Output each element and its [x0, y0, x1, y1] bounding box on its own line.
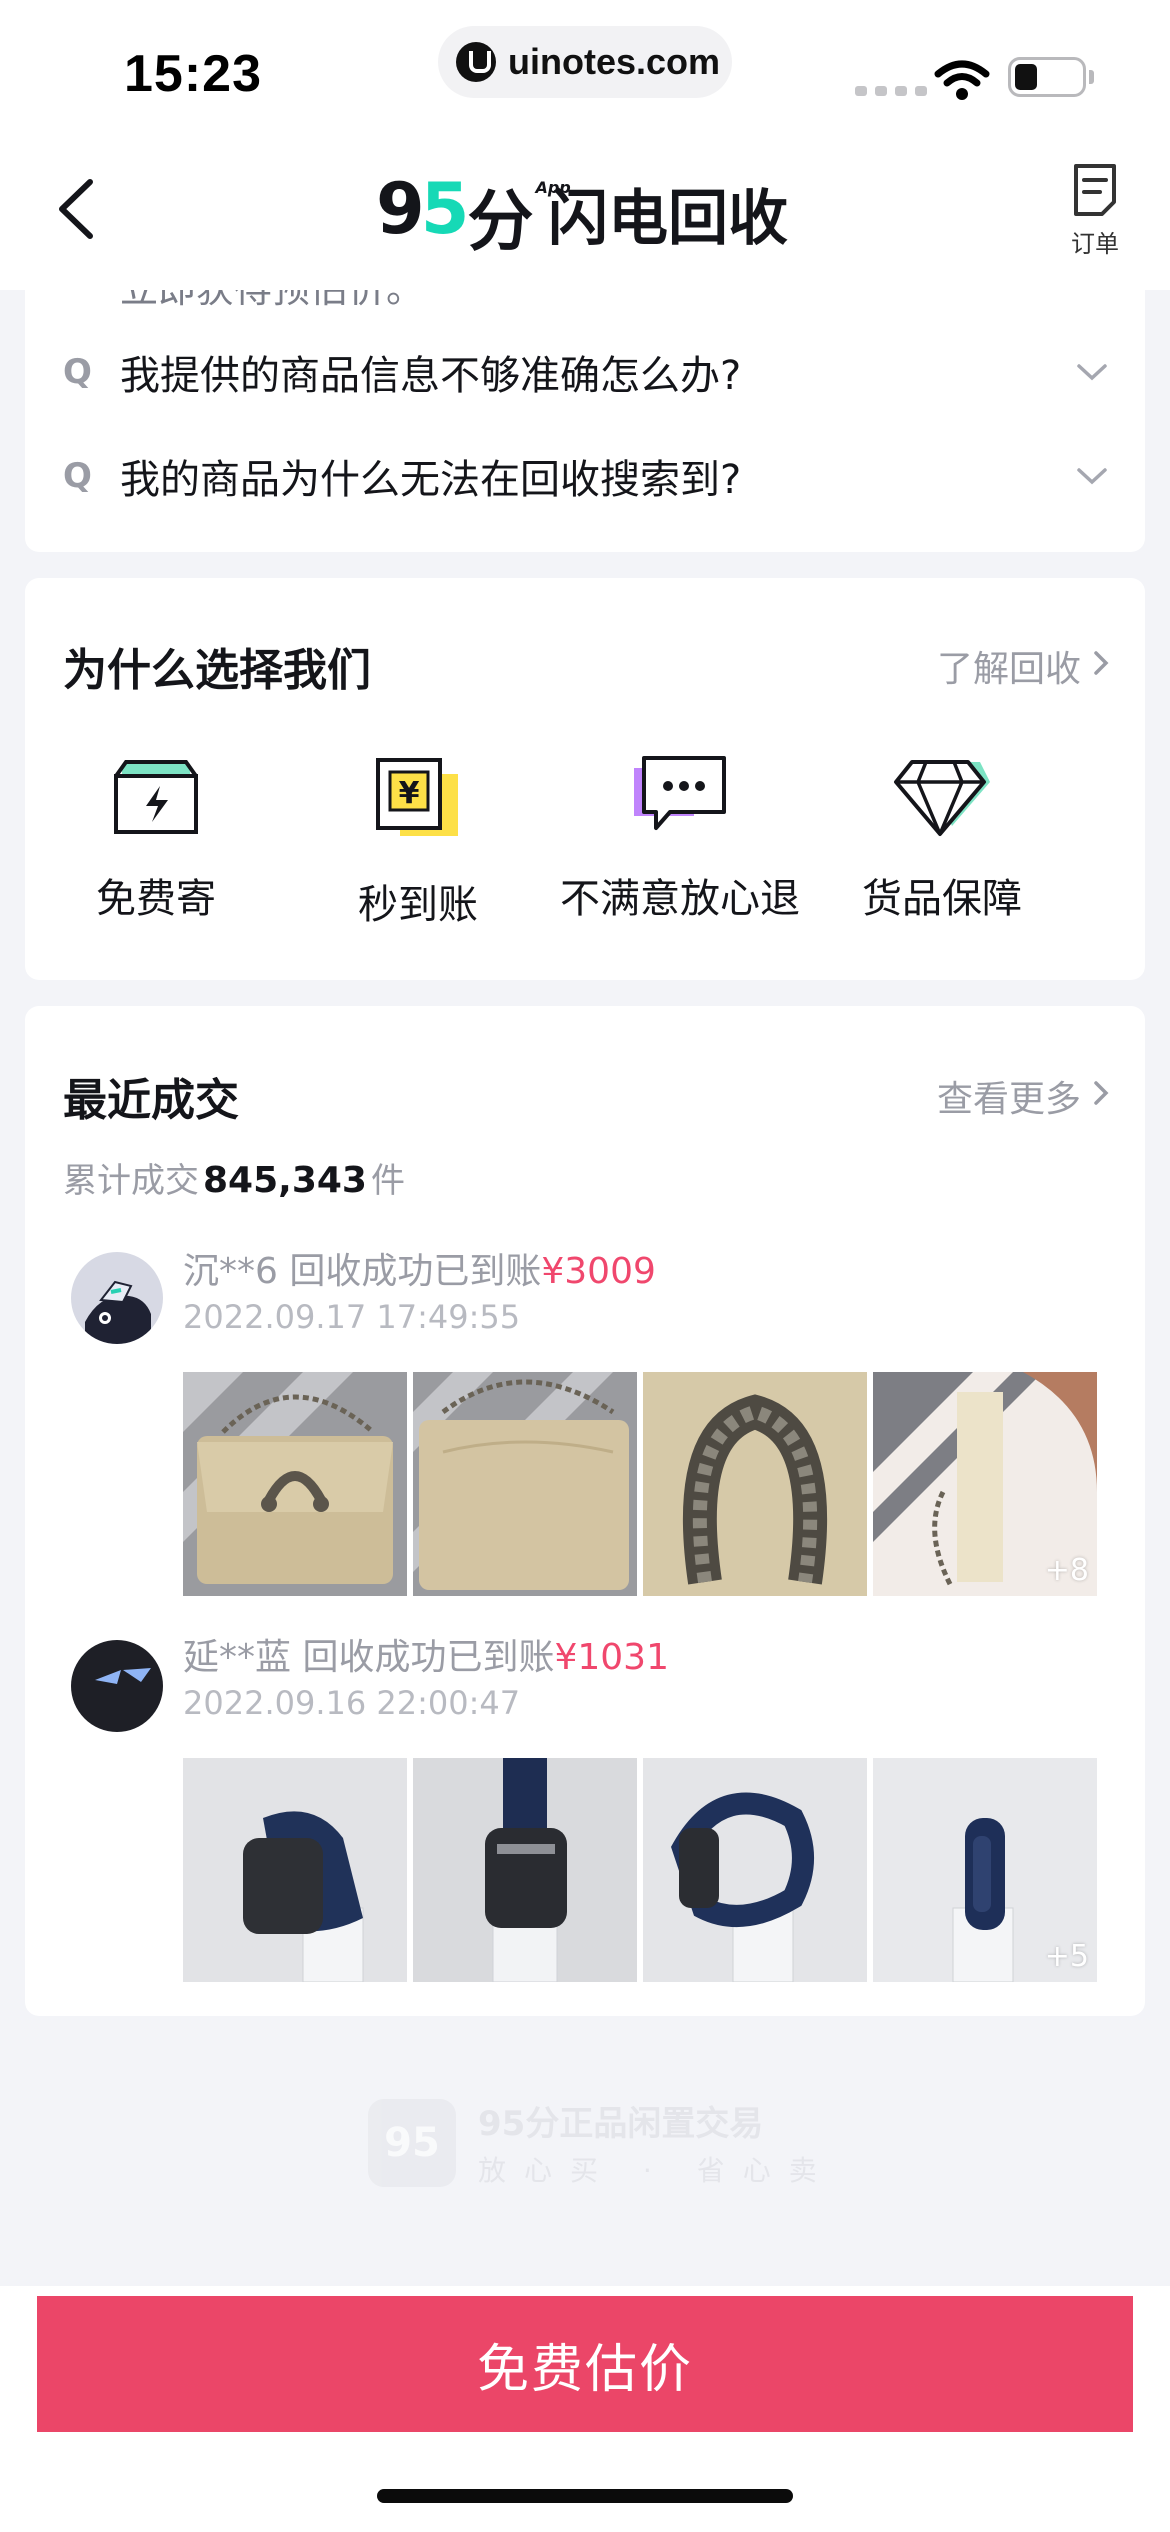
- battery-tip: [1089, 70, 1094, 84]
- order-label: 订单: [1071, 230, 1119, 258]
- chevron-down-icon: [1077, 364, 1107, 381]
- feature-label: 免费寄: [96, 876, 216, 922]
- brand-slogan: 95分正品闲置交易: [478, 2104, 764, 2144]
- more-photos-count: +8: [1044, 1553, 1089, 1588]
- wifi-icon: [934, 60, 990, 100]
- faq-item[interactable]: Q 我的商品为什么无法在回收搜索到?: [25, 436, 1145, 516]
- deal-photo[interactable]: [413, 1372, 637, 1596]
- url-text: uinotes.com: [508, 41, 721, 82]
- order-list-icon: [1074, 164, 1116, 216]
- deal-headline: 沉**6 回收成功已到账¥3009: [183, 1242, 656, 1294]
- chevron-right-icon: [1094, 651, 1109, 675]
- url-pill[interactable]: uinotes.com: [438, 26, 732, 98]
- deal-status: 回收成功已到账: [277, 1251, 542, 1292]
- faq-question: 我的商品为什么无法在回收搜索到?: [120, 457, 742, 503]
- deal-user: 延**蓝: [183, 1637, 292, 1678]
- recent-deals-card: 最近成交 查看更多 累计成交 845,343 件 沉**6 回收成功已到账¥3009…: [25, 1006, 1145, 2016]
- diamond-icon: [894, 760, 990, 836]
- svg-text:¥: ¥: [399, 776, 420, 811]
- chevron-down-icon: [1077, 468, 1107, 485]
- faq-card: 立即获得预估价。 Q 我提供的商品信息不够准确怎么办? Q 我的商品为什么无法在…: [25, 290, 1145, 552]
- total-count: 845,343: [203, 1160, 367, 1201]
- deal-price: ¥1031: [554, 1637, 669, 1678]
- deal-status: 回收成功已到账: [291, 1637, 555, 1678]
- deal-photo[interactable]: [643, 1372, 867, 1596]
- avatar: [71, 1640, 163, 1732]
- chat-bubble-icon: [634, 756, 726, 830]
- feature-label: 不满意放心退: [560, 876, 800, 922]
- free-shipping-box-icon: [114, 760, 198, 834]
- deal-headline: 延**蓝 回收成功已到账¥1031: [183, 1628, 669, 1680]
- feature-free-shipping: 免费寄: [25, 754, 287, 924]
- brand-logo-icon: 95: [368, 2098, 456, 2187]
- faq-q-marker: Q: [63, 456, 92, 496]
- faq-item[interactable]: Q 我提供的商品信息不够准确怎么办?: [25, 332, 1145, 412]
- feature-return: 不满意放心退: [549, 754, 811, 924]
- more-photos-count: +5: [1044, 1939, 1089, 1974]
- faq-question: 我提供的商品信息不够准确怎么办?: [120, 353, 742, 399]
- why-choose-us-card: 为什么选择我们 了解回收 免费寄 ¥ 秒到账 不满意放心退 货品保障: [25, 578, 1145, 980]
- avatar: [71, 1252, 163, 1344]
- order-button[interactable]: 订单: [1060, 162, 1130, 262]
- chevron-right-icon: [1094, 1081, 1109, 1105]
- deal-photo[interactable]: +8: [873, 1372, 1097, 1596]
- deal-photo[interactable]: [183, 1372, 407, 1596]
- battery-icon: [1008, 57, 1086, 97]
- total-deals: 累计成交 845,343 件: [63, 1160, 405, 1201]
- signal-icon: [855, 86, 927, 96]
- brand-tagline: 放心买 · 省心卖: [478, 2154, 835, 2187]
- brand-watermark: 95 95分正品闲置交易 放心买 · 省心卖: [368, 2096, 835, 2189]
- feature-guarantee: 货品保障: [811, 754, 1073, 924]
- deal-photo[interactable]: [643, 1758, 867, 1982]
- deal-photo[interactable]: [183, 1758, 407, 1982]
- instant-payment-icon: ¥: [376, 758, 458, 836]
- view-more-link[interactable]: 查看更多: [937, 1070, 1081, 1122]
- deal-photo[interactable]: [413, 1758, 637, 1982]
- page-title: 闪电回收: [548, 184, 788, 254]
- back-arrow-icon[interactable]: [50, 176, 106, 242]
- deal-price: ¥3009: [541, 1251, 656, 1292]
- faq-cutoff-text: 立即获得预估价。: [120, 290, 424, 313]
- deal-photos: +8: [183, 1372, 1097, 1596]
- feature-instant-payment: ¥ 秒到账: [287, 754, 549, 930]
- deal-photo[interactable]: +5: [873, 1758, 1097, 1982]
- learn-recycle-link[interactable]: 了解回收: [937, 640, 1081, 692]
- deal-user: 沉**6: [183, 1251, 278, 1292]
- status-time: 15:23: [124, 45, 262, 103]
- recent-title: 最近成交: [63, 1075, 239, 1126]
- faq-q-marker: Q: [63, 352, 92, 392]
- site-logo-icon: [456, 42, 496, 82]
- home-indicator[interactable]: [377, 2489, 793, 2503]
- deal-photos: +5: [183, 1758, 1097, 1982]
- free-estimate-button[interactable]: 免费估价: [37, 2296, 1133, 2432]
- deal-time: 2022.09.16 22:00:47: [183, 1684, 521, 1722]
- why-title: 为什么选择我们: [63, 645, 371, 696]
- app-logo: 95 分 App: [376, 168, 571, 260]
- deal-time: 2022.09.17 17:49:55: [183, 1298, 521, 1336]
- feature-label: 货品保障: [862, 876, 1022, 922]
- feature-label: 秒到账: [358, 882, 478, 928]
